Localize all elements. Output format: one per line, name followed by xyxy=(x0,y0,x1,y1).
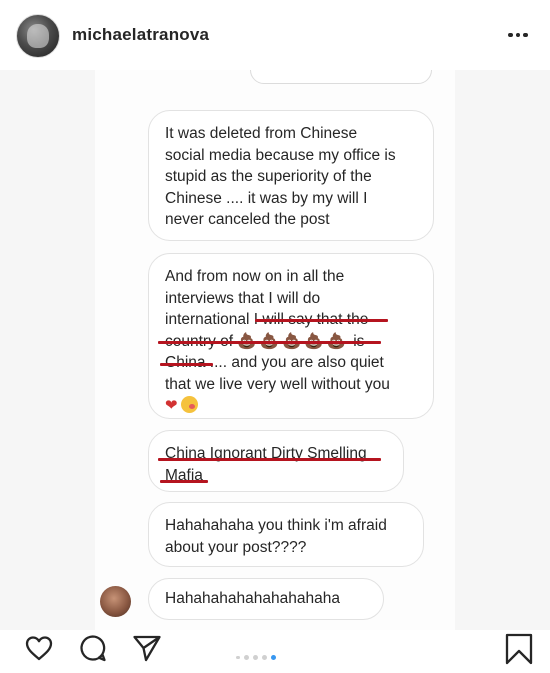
message-line: interviews that I will do xyxy=(165,289,321,307)
message-line: It was deleted from Chinese xyxy=(165,125,358,142)
profile-avatar[interactable] xyxy=(16,14,60,58)
carousel-dot xyxy=(243,655,249,660)
red-underline xyxy=(158,458,381,461)
carousel-dots xyxy=(236,647,280,660)
cutoff-message-bubble xyxy=(250,70,432,84)
message-line: stupid as the superiority of the xyxy=(165,168,372,185)
post-header: michaelatranova xyxy=(0,0,550,70)
post-image: It was deleted from Chinese social media… xyxy=(0,70,550,630)
carousel-dot xyxy=(252,655,258,660)
message-line: Hahahahaha you think i'm afraid xyxy=(165,517,387,534)
heart-icon[interactable] xyxy=(23,632,55,664)
carousel-dot xyxy=(261,655,267,660)
message-bubble-2: And from now on in all the interviews th… xyxy=(148,253,434,419)
message-line: Chinese .... it was by my will I xyxy=(165,189,368,207)
message-line: social media because my office is xyxy=(165,146,396,164)
red-underline xyxy=(160,363,213,366)
message-line: about your post???? xyxy=(165,538,307,556)
comment-icon[interactable] xyxy=(77,632,109,664)
red-underline xyxy=(255,319,388,322)
red-underline xyxy=(158,341,381,344)
red-underline xyxy=(160,480,208,483)
share-icon[interactable] xyxy=(131,632,163,664)
message-bubble-4: Hahahahaha you think i'm afraid about yo… xyxy=(148,502,424,567)
username[interactable]: michaelatranova xyxy=(72,25,209,45)
message-line: Hahahahahahahahahaha xyxy=(165,590,340,607)
more-options-icon[interactable] xyxy=(508,24,534,44)
message-line: that we live very well without you xyxy=(165,375,390,393)
heart-emoji: ❤ xyxy=(165,397,178,414)
carousel-dot-active xyxy=(270,655,276,660)
action-bar xyxy=(0,630,550,673)
bookmark-icon[interactable] xyxy=(504,632,534,666)
message-bubble-5: Hahahahahahahahahaha xyxy=(148,578,384,620)
message-bubble-1: It was deleted from Chinese social media… xyxy=(148,110,434,241)
sender-avatar xyxy=(100,586,131,617)
carousel-dot xyxy=(236,655,240,659)
kiss-emoji-icon xyxy=(180,396,198,413)
message-line: never canceled the post xyxy=(165,211,330,228)
message-line: China Ignorant Dirty Smelling xyxy=(165,445,367,462)
emoji-line: ❤ xyxy=(165,395,418,417)
message-line: And from now on in all the xyxy=(165,268,345,285)
